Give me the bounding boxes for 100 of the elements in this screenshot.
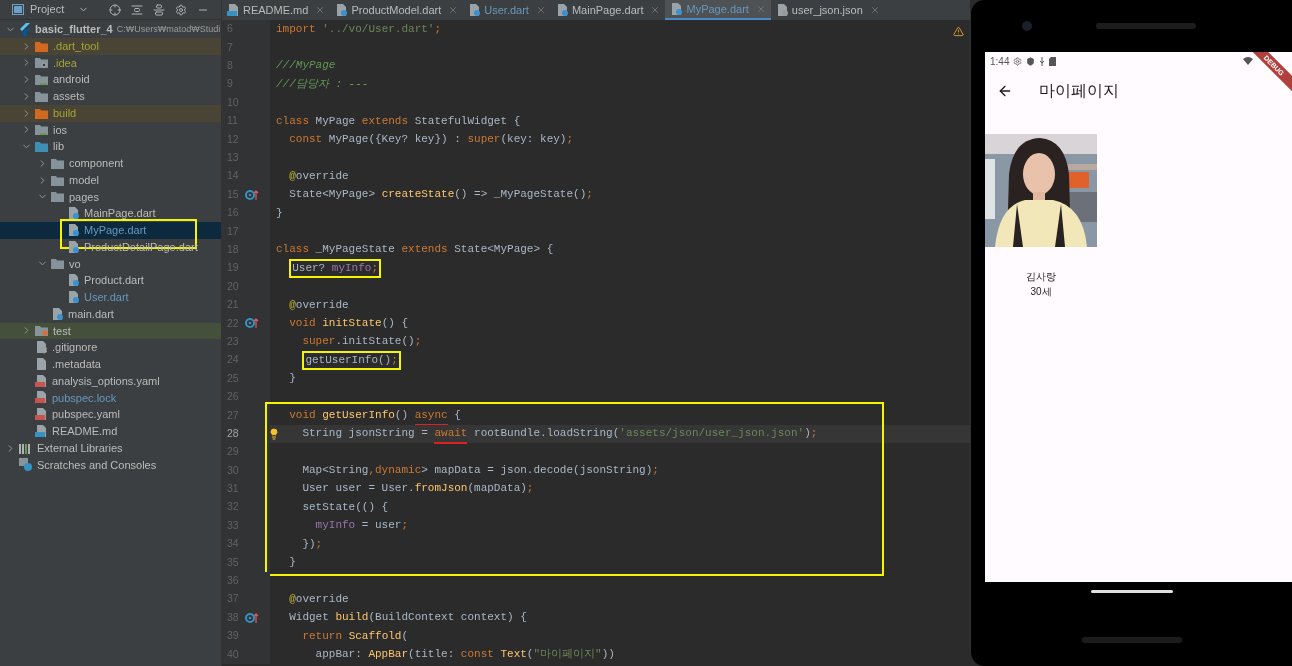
tree-item[interactable]: .idea (0, 54, 221, 72)
tree-item[interactable]: pages (0, 188, 221, 206)
file-icon (35, 408, 47, 422)
folder-icon (35, 40, 48, 52)
tree-item[interactable]: test (0, 322, 221, 340)
code-line: import '../vo/User.dart'; (276, 23, 442, 35)
folder-icon (35, 107, 48, 119)
tree-item[interactable]: Product.dart (0, 272, 221, 289)
tree-item[interactable]: .dart_tool (0, 37, 221, 55)
code-line: ///MyPage (276, 60, 336, 72)
code-line: @override (288, 593, 349, 605)
wifi-icon (1243, 57, 1253, 65)
file-icon (555, 3, 568, 17)
tree-item[interactable]: README.md (0, 423, 221, 440)
camera-icon (1022, 21, 1032, 31)
code-line: class MyPage extends StatefulWidget { (276, 115, 521, 127)
code-line: @override (288, 299, 349, 311)
tree-item[interactable]: User.dart (0, 289, 221, 306)
settings-icon[interactable] (175, 3, 187, 16)
editor-tab[interactable]: User.dart (463, 0, 551, 20)
item-label: pubspec.lock (52, 390, 117, 406)
folder-icon (51, 191, 64, 203)
file-icon (35, 391, 47, 405)
editor-tab[interactable]: user_json.json (770, 0, 885, 20)
code-line: class _MyPageState extends State<MyPage> { (276, 244, 554, 256)
folder-icon (51, 157, 64, 169)
tree-item[interactable]: ios (0, 121, 221, 139)
folder-icon (35, 74, 48, 86)
tree-item[interactable]: assets (0, 88, 221, 105)
editor-tab[interactable]: ProductModel.dart (330, 0, 464, 20)
tree-item[interactable]: lib (0, 138, 221, 155)
usb-icon (1039, 56, 1046, 66)
code-line: Map<String,dynamic> mapData = json.decode(jsonString); (301, 465, 659, 477)
home-indicator[interactable] (1090, 590, 1173, 593)
editor-tab[interactable]: README.md (222, 0, 331, 20)
close-icon[interactable] (315, 5, 326, 15)
override-marker-icon[interactable] (245, 188, 259, 201)
folder-icon (35, 57, 48, 69)
item-label: ios (53, 122, 68, 138)
expand-all-icon[interactable] (131, 3, 143, 16)
tree-item[interactable]: android (0, 71, 221, 88)
folder-icon (35, 141, 48, 153)
item-label: .idea (53, 55, 77, 71)
tree-item[interactable]: pubspec.lock (0, 389, 221, 407)
shield-icon (1026, 56, 1036, 66)
gear-icon (1013, 56, 1023, 66)
close-icon[interactable] (869, 5, 880, 15)
code-line: State<MyPage> createState() => _MyPageState(); (288, 189, 593, 201)
file-icon (468, 3, 481, 17)
close-icon[interactable] (650, 5, 661, 15)
tree-item[interactable]: pubspec.yaml (0, 406, 221, 423)
close-icon[interactable] (535, 5, 546, 15)
item-label: build (53, 105, 77, 121)
file-icon (335, 3, 348, 17)
status-time: 1:44 (990, 54, 1010, 69)
code-line: } (276, 207, 283, 219)
item-label: .metadata (52, 357, 101, 373)
tree-item[interactable]: .gitignore (0, 339, 221, 356)
tree-item[interactable]: main.dart (0, 305, 221, 323)
flutter-icon (19, 22, 30, 36)
tree-item[interactable]: External Libraries (0, 439, 221, 457)
code-line: @override (288, 170, 349, 182)
item-label: android (53, 72, 90, 88)
tree-item[interactable]: analysis_options.yaml (0, 372, 221, 390)
profile-name: 김사랑 (1026, 270, 1056, 284)
folder-icon (51, 174, 64, 186)
locate-icon[interactable] (109, 3, 121, 16)
scratch-icon (19, 458, 32, 472)
folder-icon (35, 90, 48, 102)
file-icon (67, 274, 79, 288)
override-marker-icon[interactable] (245, 611, 259, 624)
item-label: assets (53, 89, 85, 105)
file-icon (670, 2, 683, 16)
tree-item[interactable]: Scratches and Consoles (0, 456, 221, 474)
app-bar-title: 마이페이지 (1039, 81, 1119, 101)
file-icon (227, 3, 239, 17)
tree-item[interactable]: basic_flutter_4 C:₩Users₩matod₩Studi (0, 21, 221, 38)
override-marker-icon[interactable] (245, 317, 259, 330)
tree-item[interactable]: model (0, 171, 221, 189)
code-line: return Scaffold( (301, 630, 409, 642)
tree-item[interactable]: .metadata (0, 356, 221, 373)
code-line: Widget build(BuildContext context) { (288, 612, 527, 624)
close-icon[interactable] (448, 5, 459, 15)
tree-item[interactable]: build (0, 104, 221, 122)
close-icon[interactable] (755, 4, 766, 14)
tree-item[interactable]: MainPage.dart (0, 205, 221, 222)
collapse-all-icon[interactable] (153, 3, 165, 16)
item-label: lib (53, 139, 64, 155)
lightbulb-icon[interactable] (268, 427, 280, 440)
item-label: analysis_options.yaml (52, 373, 160, 389)
editor-tab[interactable]: MainPage.dart (550, 0, 666, 20)
tree-item[interactable]: MyPage.dart (0, 222, 221, 239)
tree-item[interactable]: component (0, 155, 221, 172)
file-icon (35, 341, 47, 355)
warning-icon[interactable] (953, 26, 964, 37)
tree-item[interactable]: vo (0, 255, 221, 273)
code-line: ///담당자 : --- (276, 78, 369, 90)
view-dropdown[interactable]: Project (30, 1, 90, 18)
item-label: README.md (52, 424, 118, 440)
file-icon (51, 307, 63, 321)
